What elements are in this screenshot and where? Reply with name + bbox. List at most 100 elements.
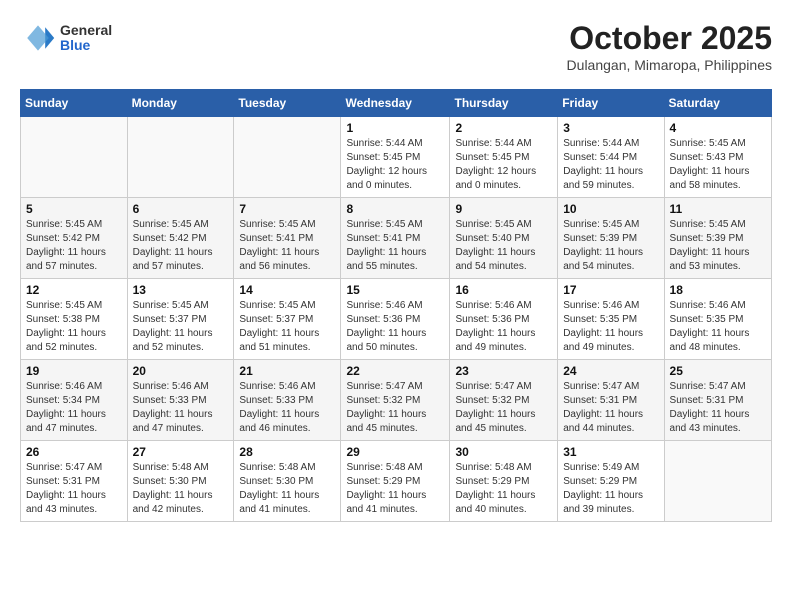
day-number: 10 — [563, 202, 658, 216]
week-row-2: 5 Sunrise: 5:45 AMSunset: 5:42 PMDayligh… — [21, 198, 772, 279]
day-info: Sunrise: 5:47 AMSunset: 5:31 PMDaylight:… — [26, 461, 122, 517]
day-info: Sunrise: 5:46 AMSunset: 5:36 PMDaylight:… — [455, 299, 552, 355]
day-number: 9 — [455, 202, 552, 216]
logo-blue: Blue — [60, 38, 112, 53]
logo: General Blue — [20, 20, 112, 56]
day-info: Sunrise: 5:45 AMSunset: 5:39 PMDaylight:… — [670, 218, 766, 274]
day-cell: 12 Sunrise: 5:45 AMSunset: 5:38 PMDaylig… — [21, 279, 128, 360]
day-info: Sunrise: 5:48 AMSunset: 5:29 PMDaylight:… — [346, 461, 444, 517]
day-cell — [21, 117, 128, 198]
day-info: Sunrise: 5:46 AMSunset: 5:33 PMDaylight:… — [133, 380, 229, 436]
day-info: Sunrise: 5:45 AMSunset: 5:39 PMDaylight:… — [563, 218, 658, 274]
day-cell: 5 Sunrise: 5:45 AMSunset: 5:42 PMDayligh… — [21, 198, 128, 279]
day-number: 16 — [455, 283, 552, 297]
day-number: 21 — [239, 364, 335, 378]
day-number: 5 — [26, 202, 122, 216]
day-info: Sunrise: 5:44 AMSunset: 5:45 PMDaylight:… — [455, 137, 552, 193]
header-cell-friday: Friday — [558, 90, 664, 117]
day-cell: 21 Sunrise: 5:46 AMSunset: 5:33 PMDaylig… — [234, 360, 341, 441]
day-number: 28 — [239, 445, 335, 459]
page-header: General Blue October 2025 Dulangan, Mima… — [20, 20, 772, 73]
day-cell: 16 Sunrise: 5:46 AMSunset: 5:36 PMDaylig… — [450, 279, 558, 360]
day-info: Sunrise: 5:46 AMSunset: 5:34 PMDaylight:… — [26, 380, 122, 436]
day-cell — [664, 441, 771, 522]
day-info: Sunrise: 5:47 AMSunset: 5:31 PMDaylight:… — [563, 380, 658, 436]
day-info: Sunrise: 5:45 AMSunset: 5:42 PMDaylight:… — [133, 218, 229, 274]
calendar-header: SundayMondayTuesdayWednesdayThursdayFrid… — [21, 90, 772, 117]
day-number: 13 — [133, 283, 229, 297]
day-info: Sunrise: 5:44 AMSunset: 5:44 PMDaylight:… — [563, 137, 658, 193]
day-cell: 10 Sunrise: 5:45 AMSunset: 5:39 PMDaylig… — [558, 198, 664, 279]
day-number: 24 — [563, 364, 658, 378]
day-number: 19 — [26, 364, 122, 378]
day-cell: 26 Sunrise: 5:47 AMSunset: 5:31 PMDaylig… — [21, 441, 128, 522]
day-cell — [127, 117, 234, 198]
day-info: Sunrise: 5:46 AMSunset: 5:36 PMDaylight:… — [346, 299, 444, 355]
day-info: Sunrise: 5:44 AMSunset: 5:45 PMDaylight:… — [346, 137, 444, 193]
calendar-body: 1 Sunrise: 5:44 AMSunset: 5:45 PMDayligh… — [21, 117, 772, 522]
day-cell: 8 Sunrise: 5:45 AMSunset: 5:41 PMDayligh… — [341, 198, 450, 279]
day-number: 12 — [26, 283, 122, 297]
day-number: 18 — [670, 283, 766, 297]
day-cell: 1 Sunrise: 5:44 AMSunset: 5:45 PMDayligh… — [341, 117, 450, 198]
day-cell: 7 Sunrise: 5:45 AMSunset: 5:41 PMDayligh… — [234, 198, 341, 279]
month-title: October 2025 — [567, 20, 772, 57]
day-cell: 11 Sunrise: 5:45 AMSunset: 5:39 PMDaylig… — [664, 198, 771, 279]
day-number: 4 — [670, 121, 766, 135]
day-number: 29 — [346, 445, 444, 459]
day-info: Sunrise: 5:47 AMSunset: 5:32 PMDaylight:… — [455, 380, 552, 436]
header-cell-wednesday: Wednesday — [341, 90, 450, 117]
day-cell: 29 Sunrise: 5:48 AMSunset: 5:29 PMDaylig… — [341, 441, 450, 522]
day-info: Sunrise: 5:46 AMSunset: 5:35 PMDaylight:… — [563, 299, 658, 355]
location: Dulangan, Mimaropa, Philippines — [567, 57, 772, 73]
day-info: Sunrise: 5:46 AMSunset: 5:33 PMDaylight:… — [239, 380, 335, 436]
day-number: 17 — [563, 283, 658, 297]
logo-general: General — [60, 23, 112, 38]
header-cell-thursday: Thursday — [450, 90, 558, 117]
day-info: Sunrise: 5:45 AMSunset: 5:41 PMDaylight:… — [346, 218, 444, 274]
day-cell: 15 Sunrise: 5:46 AMSunset: 5:36 PMDaylig… — [341, 279, 450, 360]
day-cell: 19 Sunrise: 5:46 AMSunset: 5:34 PMDaylig… — [21, 360, 128, 441]
day-cell: 20 Sunrise: 5:46 AMSunset: 5:33 PMDaylig… — [127, 360, 234, 441]
day-info: Sunrise: 5:49 AMSunset: 5:29 PMDaylight:… — [563, 461, 658, 517]
day-number: 11 — [670, 202, 766, 216]
day-info: Sunrise: 5:48 AMSunset: 5:30 PMDaylight:… — [239, 461, 335, 517]
day-cell: 17 Sunrise: 5:46 AMSunset: 5:35 PMDaylig… — [558, 279, 664, 360]
day-number: 31 — [563, 445, 658, 459]
day-cell: 2 Sunrise: 5:44 AMSunset: 5:45 PMDayligh… — [450, 117, 558, 198]
logo-icon — [20, 20, 56, 56]
day-cell — [234, 117, 341, 198]
day-cell: 3 Sunrise: 5:44 AMSunset: 5:44 PMDayligh… — [558, 117, 664, 198]
day-info: Sunrise: 5:47 AMSunset: 5:32 PMDaylight:… — [346, 380, 444, 436]
header-cell-monday: Monday — [127, 90, 234, 117]
logo-text: General Blue — [60, 23, 112, 54]
day-number: 7 — [239, 202, 335, 216]
day-number: 20 — [133, 364, 229, 378]
header-row: SundayMondayTuesdayWednesdayThursdayFrid… — [21, 90, 772, 117]
day-number: 27 — [133, 445, 229, 459]
week-row-3: 12 Sunrise: 5:45 AMSunset: 5:38 PMDaylig… — [21, 279, 772, 360]
day-number: 6 — [133, 202, 229, 216]
title-area: October 2025 Dulangan, Mimaropa, Philipp… — [567, 20, 772, 73]
day-cell: 28 Sunrise: 5:48 AMSunset: 5:30 PMDaylig… — [234, 441, 341, 522]
day-info: Sunrise: 5:48 AMSunset: 5:29 PMDaylight:… — [455, 461, 552, 517]
day-cell: 27 Sunrise: 5:48 AMSunset: 5:30 PMDaylig… — [127, 441, 234, 522]
calendar-table: SundayMondayTuesdayWednesdayThursdayFrid… — [20, 89, 772, 522]
day-number: 22 — [346, 364, 444, 378]
day-number: 8 — [346, 202, 444, 216]
day-number: 23 — [455, 364, 552, 378]
day-cell: 4 Sunrise: 5:45 AMSunset: 5:43 PMDayligh… — [664, 117, 771, 198]
day-info: Sunrise: 5:45 AMSunset: 5:38 PMDaylight:… — [26, 299, 122, 355]
day-info: Sunrise: 5:45 AMSunset: 5:42 PMDaylight:… — [26, 218, 122, 274]
week-row-5: 26 Sunrise: 5:47 AMSunset: 5:31 PMDaylig… — [21, 441, 772, 522]
day-info: Sunrise: 5:45 AMSunset: 5:37 PMDaylight:… — [239, 299, 335, 355]
header-cell-sunday: Sunday — [21, 90, 128, 117]
week-row-4: 19 Sunrise: 5:46 AMSunset: 5:34 PMDaylig… — [21, 360, 772, 441]
day-number: 1 — [346, 121, 444, 135]
header-cell-saturday: Saturday — [664, 90, 771, 117]
day-number: 26 — [26, 445, 122, 459]
week-row-1: 1 Sunrise: 5:44 AMSunset: 5:45 PMDayligh… — [21, 117, 772, 198]
day-info: Sunrise: 5:45 AMSunset: 5:43 PMDaylight:… — [670, 137, 766, 193]
day-cell: 22 Sunrise: 5:47 AMSunset: 5:32 PMDaylig… — [341, 360, 450, 441]
day-cell: 6 Sunrise: 5:45 AMSunset: 5:42 PMDayligh… — [127, 198, 234, 279]
